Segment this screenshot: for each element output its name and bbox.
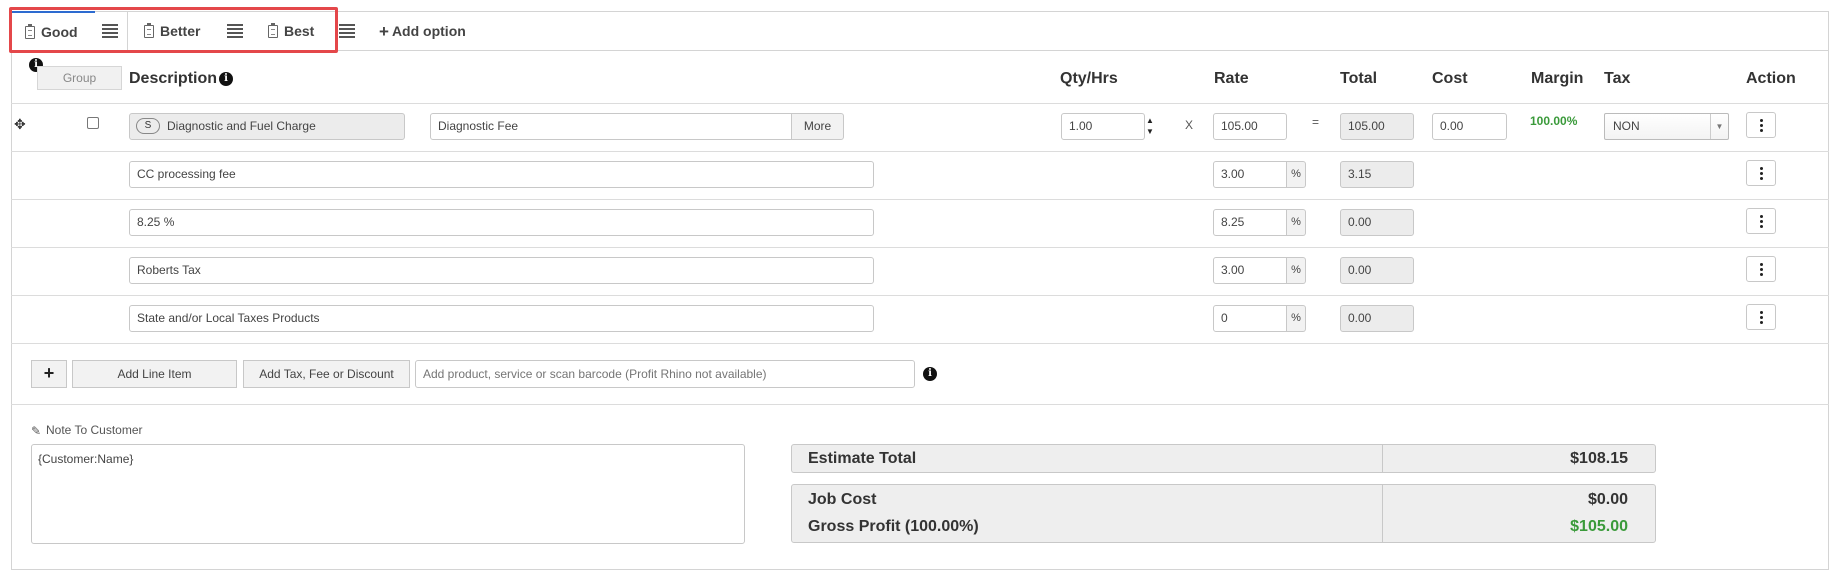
header-qty: Qty/Hrs: [1060, 70, 1118, 87]
more-button[interactable]: More: [791, 113, 844, 140]
percent-addon: %: [1287, 161, 1306, 188]
equals-symbol: =: [1312, 115, 1320, 129]
fee-rate-input[interactable]: 3.00: [1213, 257, 1287, 284]
reorder-best-icon[interactable]: [339, 24, 355, 38]
pencil-icon: ✎: [31, 424, 42, 438]
plus-icon: +: [379, 21, 389, 41]
tab-better[interactable]: Better: [144, 11, 200, 51]
qty-stepper[interactable]: ▲ ▼: [1143, 113, 1159, 140]
add-line-item-button[interactable]: Add Line Item: [72, 360, 237, 388]
tax-select[interactable]: NON ▼: [1604, 113, 1729, 140]
gross-profit-value: $105.00: [1570, 518, 1628, 535]
reorder-good-icon[interactable]: [102, 24, 118, 38]
header-action: Action: [1746, 70, 1796, 87]
product-search-input[interactable]: [415, 360, 915, 388]
estimate-total-value: $108.15: [1570, 450, 1628, 467]
row-actions-button[interactable]: [1746, 208, 1776, 234]
fee-rate-input[interactable]: 8.25: [1213, 209, 1287, 236]
header-total: Total: [1340, 70, 1378, 87]
profit-summary-box: Job Cost $0.00 Gross Profit (100.00%) $1…: [791, 484, 1656, 543]
add-option-button[interactable]: + Add option: [379, 11, 466, 51]
clipboard-icon: [25, 23, 35, 39]
multiply-symbol: X: [1185, 118, 1194, 132]
estimate-total-box: Estimate Total $108.15: [791, 444, 1656, 473]
tab-good[interactable]: Good: [11, 11, 95, 51]
fee-total-field: 0.00: [1340, 257, 1414, 284]
total-field: 105.00: [1340, 113, 1414, 140]
header-description: Description: [129, 70, 218, 87]
header-margin: Margin: [1531, 70, 1584, 87]
clipboard-icon: [144, 22, 154, 38]
fee-description-input[interactable]: Roberts Tax: [129, 257, 874, 284]
note-label: Note To Customer: [46, 423, 143, 437]
group-button[interactable]: Group: [37, 66, 122, 90]
stepper-down-icon[interactable]: ▼: [1146, 127, 1154, 136]
rate-input[interactable]: 105.00: [1213, 113, 1287, 140]
add-tax-fee-discount-button[interactable]: Add Tax, Fee or Discount: [243, 360, 410, 388]
row-actions-button[interactable]: [1746, 304, 1776, 330]
description-info-icon[interactable]: i: [219, 72, 233, 86]
estimate-total-label: Estimate Total: [808, 450, 917, 467]
add-button[interactable]: +: [31, 360, 67, 388]
item-description-input[interactable]: Diagnostic Fee: [430, 113, 792, 140]
fee-total-field: 0.00: [1340, 209, 1414, 236]
stepper-up-icon[interactable]: ▲: [1146, 116, 1154, 125]
fee-rate-input[interactable]: 3.00: [1213, 161, 1287, 188]
row-actions-button[interactable]: [1746, 112, 1776, 138]
header-tax: Tax: [1604, 70, 1631, 87]
fee-rate-input[interactable]: 0: [1213, 305, 1287, 332]
fee-description-input[interactable]: State and/or Local Taxes Products: [129, 305, 874, 332]
fee-total-field: 0.00: [1340, 305, 1414, 332]
caret-down-icon: ▼: [1710, 114, 1728, 139]
row-actions-button[interactable]: [1746, 256, 1776, 282]
options-tab-bar: Good Better Best + Add option: [11, 11, 1829, 51]
cost-input[interactable]: 0.00: [1432, 113, 1507, 140]
reorder-better-icon[interactable]: [227, 24, 243, 38]
item-name-field[interactable]: Diagnostic and Fuel Charge: [129, 113, 405, 140]
fee-description-input[interactable]: 8.25 %: [129, 209, 874, 236]
service-badge: S: [136, 118, 160, 134]
qty-input[interactable]: 1.00: [1061, 113, 1145, 140]
note-textarea[interactable]: {Customer:Name}: [31, 444, 745, 544]
header-rate: Rate: [1214, 70, 1249, 87]
header-cost: Cost: [1432, 70, 1468, 87]
margin-value: 100.00%: [1530, 114, 1578, 128]
search-info-icon[interactable]: i: [923, 367, 937, 381]
fee-total-field: 3.15: [1340, 161, 1414, 188]
percent-addon: %: [1287, 209, 1306, 236]
job-cost-label: Job Cost: [808, 491, 877, 508]
tab-best[interactable]: Best: [268, 11, 314, 51]
fee-description-input[interactable]: CC processing fee: [129, 161, 874, 188]
row-actions-button[interactable]: [1746, 160, 1776, 186]
gross-profit-label: Gross Profit (100.00%): [808, 518, 979, 535]
drag-handle-icon[interactable]: ✥: [14, 116, 26, 133]
percent-addon: %: [1287, 257, 1306, 284]
job-cost-value: $0.00: [1587, 491, 1628, 508]
clipboard-icon: [268, 22, 278, 38]
row-checkbox[interactable]: [87, 117, 99, 129]
percent-addon: %: [1287, 305, 1306, 332]
